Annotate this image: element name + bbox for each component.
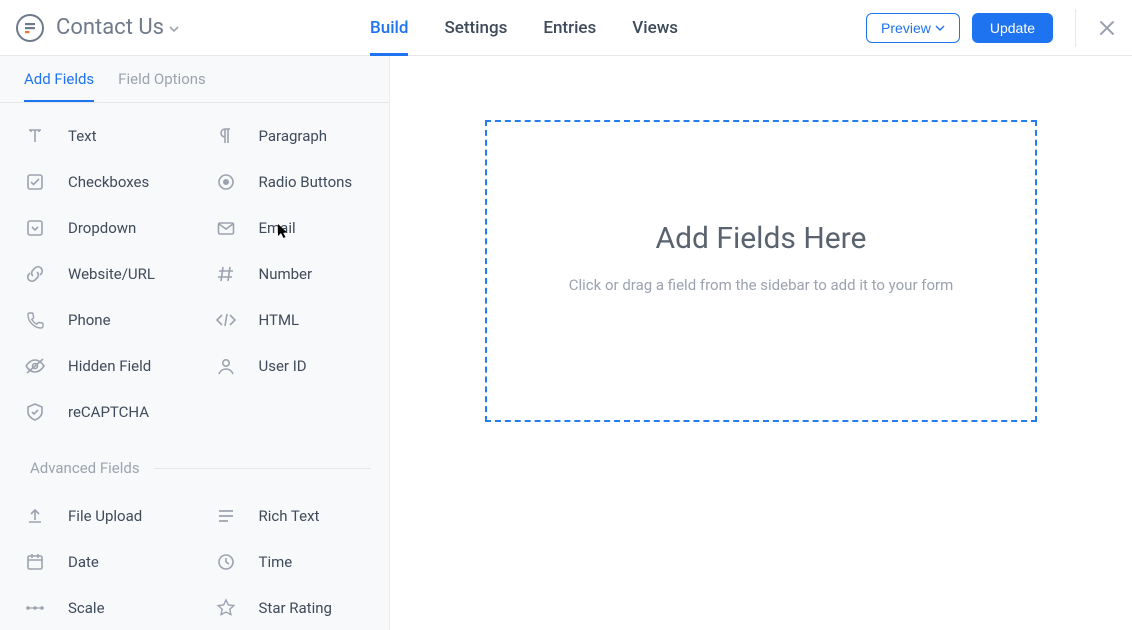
main-tabs: Build Settings Entries Views <box>370 0 678 56</box>
field-website-url[interactable]: Website/URL <box>4 251 195 297</box>
calendar-icon <box>24 551 46 573</box>
field-label: Paragraph <box>259 127 328 145</box>
field-label: Date <box>68 553 99 571</box>
link-icon <box>24 263 46 285</box>
radio-icon <box>215 171 237 193</box>
sidebar: Add Fields Field Options Text Paragraph … <box>0 56 390 630</box>
top-actions: Preview Update <box>866 9 1120 47</box>
preview-label: Preview <box>881 20 931 36</box>
text-icon <box>24 125 46 147</box>
topbar: Contact Us Build Settings Entries Views … <box>0 0 1132 56</box>
field-label: Website/URL <box>68 265 155 283</box>
preview-button[interactable]: Preview <box>866 13 960 43</box>
caret-down-icon <box>935 23 945 33</box>
field-number[interactable]: Number <box>195 251 386 297</box>
caret-down-icon <box>168 23 180 35</box>
form-title-text: Contact Us <box>56 15 164 40</box>
field-label: User ID <box>259 357 307 375</box>
phone-icon <box>24 309 46 331</box>
field-dropdown[interactable]: Dropdown <box>4 205 195 251</box>
field-radio-buttons[interactable]: Radio Buttons <box>195 159 386 205</box>
field-label: File Upload <box>68 507 142 525</box>
section-label: Advanced Fields <box>30 459 140 477</box>
rich-text-icon <box>215 505 237 527</box>
tab-settings[interactable]: Settings <box>444 0 507 56</box>
user-icon <box>215 355 237 377</box>
divider <box>154 468 371 469</box>
sidebar-tab-field-options[interactable]: Field Options <box>118 70 206 102</box>
field-label: Dropdown <box>68 219 136 237</box>
email-icon <box>215 217 237 239</box>
field-user-id[interactable]: User ID <box>195 343 386 389</box>
tab-views[interactable]: Views <box>632 0 678 56</box>
field-rich-text[interactable]: Rich Text <box>195 493 386 539</box>
form-canvas: Add Fields Here Click or drag a field fr… <box>390 56 1132 630</box>
field-label: Hidden Field <box>68 357 151 375</box>
field-file-upload[interactable]: File Upload <box>4 493 195 539</box>
field-label: Number <box>259 265 313 283</box>
field-hidden[interactable]: Hidden Field <box>4 343 195 389</box>
close-button[interactable] <box>1094 15 1120 41</box>
field-label: Time <box>259 553 293 571</box>
field-paragraph[interactable]: Paragraph <box>195 113 386 159</box>
form-title-dropdown[interactable]: Contact Us <box>56 15 180 40</box>
field-label: Rich Text <box>259 507 320 525</box>
field-time[interactable]: Time <box>195 539 386 585</box>
shield-check-icon <box>24 401 46 423</box>
update-button[interactable]: Update <box>972 13 1053 43</box>
app-logo-icon <box>14 12 46 44</box>
paragraph-icon <box>215 125 237 147</box>
checkbox-icon <box>24 171 46 193</box>
field-label: reCAPTCHA <box>68 403 149 421</box>
basic-fields-grid: Text Paragraph Checkboxes Radio Buttons … <box>0 103 389 445</box>
star-icon <box>215 597 237 619</box>
field-dropzone[interactable]: Add Fields Here Click or drag a field fr… <box>485 120 1037 422</box>
field-star-rating[interactable]: Star Rating <box>195 585 386 630</box>
advanced-fields-grid: File Upload Rich Text Date Time Scale St… <box>0 483 389 630</box>
cursor-pointer-icon <box>277 223 290 241</box>
field-label: Scale <box>68 599 105 617</box>
main-area: Add Fields Field Options Text Paragraph … <box>0 56 1132 630</box>
dropdown-icon <box>24 217 46 239</box>
hash-icon <box>215 263 237 285</box>
close-icon <box>1098 19 1116 37</box>
field-label: Phone <box>68 311 111 329</box>
field-label: Text <box>68 127 97 145</box>
field-html[interactable]: HTML <box>195 297 386 343</box>
field-checkboxes[interactable]: Checkboxes <box>4 159 195 205</box>
scale-icon <box>24 597 46 619</box>
field-label: HTML <box>259 311 300 329</box>
tab-build[interactable]: Build <box>370 0 408 56</box>
field-email[interactable]: Email <box>195 205 386 251</box>
section-advanced-fields: Advanced Fields <box>0 445 389 483</box>
sidebar-tab-add-fields[interactable]: Add Fields <box>24 70 94 102</box>
field-recaptcha[interactable]: reCAPTCHA <box>4 389 195 435</box>
field-date[interactable]: Date <box>4 539 195 585</box>
upload-icon <box>24 505 46 527</box>
field-text[interactable]: Text <box>4 113 195 159</box>
dropzone-subtitle: Click or drag a field from the sidebar t… <box>569 276 954 294</box>
dropzone-title: Add Fields Here <box>656 221 867 256</box>
field-phone[interactable]: Phone <box>4 297 195 343</box>
field-label: Checkboxes <box>68 173 149 191</box>
field-label: Radio Buttons <box>259 173 353 191</box>
sidebar-tabs: Add Fields Field Options <box>0 56 389 103</box>
divider <box>1075 9 1076 47</box>
eye-off-icon <box>24 355 46 377</box>
field-label: Star Rating <box>259 599 332 617</box>
code-icon <box>215 309 237 331</box>
clock-icon <box>215 551 237 573</box>
field-scale[interactable]: Scale <box>4 585 195 630</box>
tab-entries[interactable]: Entries <box>543 0 596 56</box>
